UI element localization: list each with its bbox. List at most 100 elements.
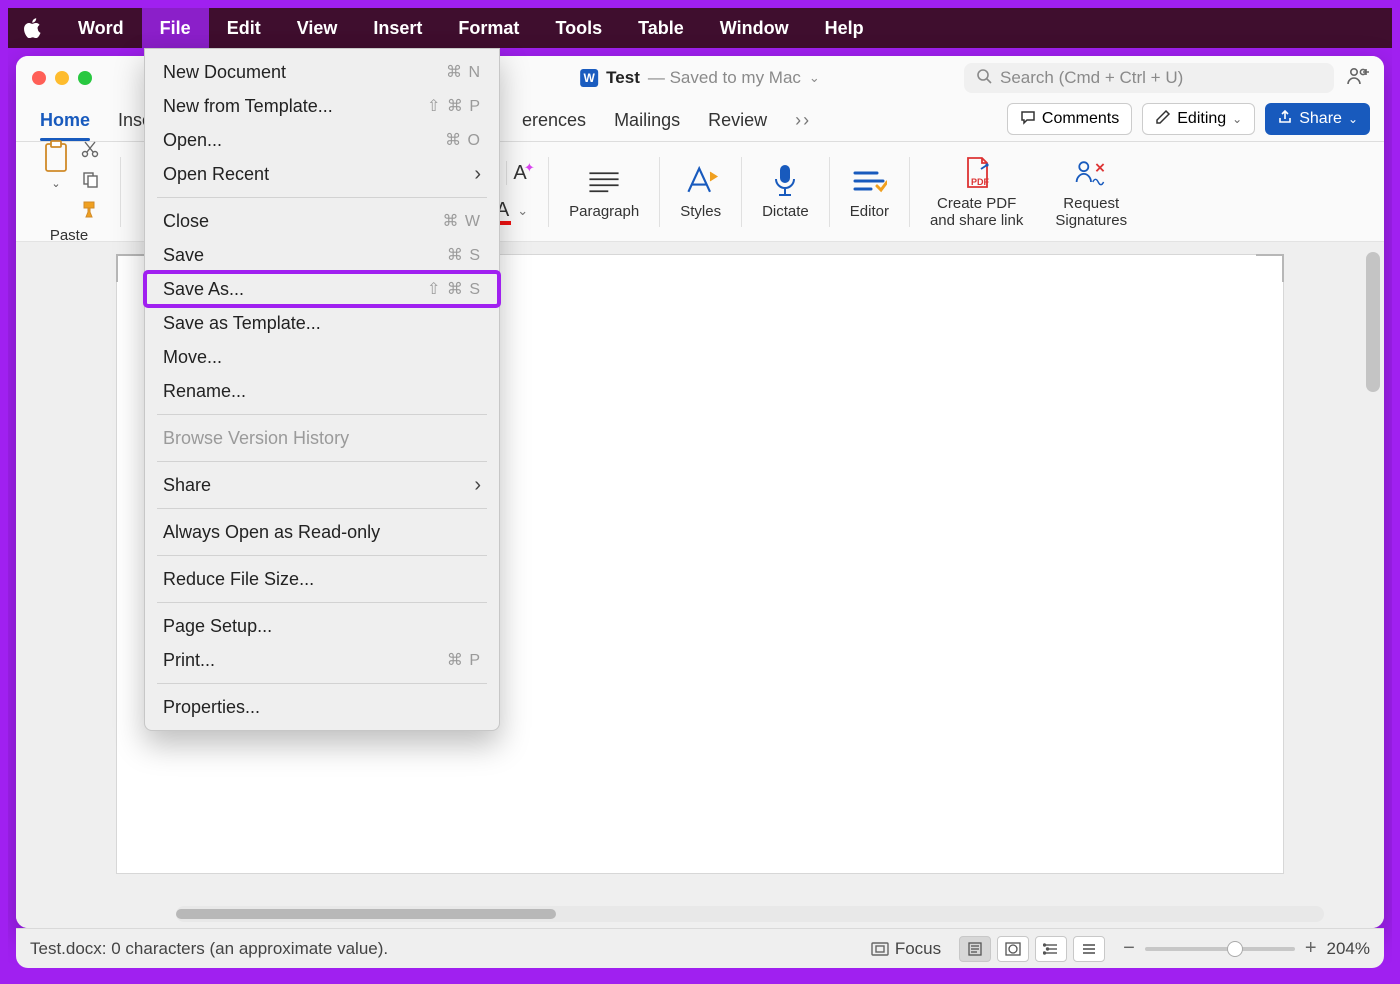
menu-item-rename[interactable]: Rename... (145, 374, 499, 408)
copy-icon[interactable] (80, 169, 100, 193)
menu-item-save[interactable]: Save⌘ S (145, 238, 499, 272)
zoom-in-button[interactable]: + (1305, 937, 1317, 960)
menu-item-label: Open Recent (163, 164, 269, 185)
paste-group[interactable]: ⌄ Paste (26, 142, 112, 241)
tab-mailings[interactable]: Mailings (614, 110, 680, 141)
menu-item-shortcut: ⌘ O (445, 130, 481, 150)
focus-mode-button[interactable]: Focus (871, 939, 941, 959)
menu-item-open-recent[interactable]: Open Recent (145, 157, 499, 191)
menu-item-close[interactable]: Close⌘ W (145, 204, 499, 238)
editing-mode-button[interactable]: Editing ⌄ (1142, 103, 1255, 135)
dictate-group[interactable]: Dictate (750, 142, 821, 241)
menubar-item-window[interactable]: Window (702, 8, 807, 48)
menu-item-save-as-template[interactable]: Save as Template... (145, 306, 499, 340)
zoom-slider[interactable] (1145, 947, 1295, 951)
vertical-scrollbar[interactable] (1366, 252, 1380, 392)
menu-item-browse-version-history: Browse Version History (145, 421, 499, 455)
save-status: — Saved to my Mac (648, 68, 801, 88)
tab-references[interactable]: erences (522, 110, 586, 141)
menubar-item-help[interactable]: Help (807, 8, 882, 48)
menu-item-shortcut: ⌘ N (446, 62, 481, 82)
web-layout-view-button[interactable] (997, 936, 1029, 962)
menu-item-open[interactable]: Open... ⌘ O (145, 123, 499, 157)
search-input[interactable]: Search (Cmd + Ctrl + U) (964, 63, 1334, 93)
menu-item-save-as[interactable]: Save As...⇧ ⌘ S (145, 272, 499, 306)
menubar-item-view[interactable]: View (279, 8, 356, 48)
share-icon (1277, 109, 1293, 130)
print-layout-view-button[interactable] (959, 936, 991, 962)
menu-item-label: Open... (163, 130, 222, 151)
paragraph-group[interactable]: Paragraph (557, 142, 651, 241)
menu-item-label: Move... (163, 347, 222, 368)
view-mode-buttons (959, 936, 1105, 962)
cut-icon[interactable] (80, 139, 100, 163)
menubar-item-tools[interactable]: Tools (537, 8, 620, 48)
format-painter-icon[interactable] (80, 199, 100, 223)
styles-label: Styles (680, 203, 721, 220)
chevron-down-icon: ⌄ (809, 70, 820, 86)
search-icon (976, 68, 992, 89)
svg-text:PDF: PDF (971, 177, 990, 187)
draft-view-button[interactable] (1073, 936, 1105, 962)
comments-button[interactable]: Comments (1007, 103, 1132, 135)
paragraph-label: Paragraph (569, 203, 639, 220)
menubar-item-insert[interactable]: Insert (355, 8, 440, 48)
pdf-icon: PDF (959, 155, 995, 191)
menu-item-label: Browse Version History (163, 428, 349, 449)
comments-label: Comments (1042, 110, 1119, 128)
pdf-label-2: and share link (930, 212, 1023, 229)
window-controls (16, 71, 92, 85)
menubar-item-edit[interactable]: Edit (209, 8, 279, 48)
menu-item-always-open-as-read-only[interactable]: Always Open as Read-only (145, 515, 499, 549)
share-label: Share (1299, 110, 1342, 128)
menu-item-properties[interactable]: Properties... (145, 690, 499, 724)
create-pdf-group[interactable]: PDF Create PDF and share link (918, 142, 1035, 241)
tab-review[interactable]: Review (708, 110, 767, 141)
tabs-overflow-icon[interactable]: ›› (795, 110, 811, 141)
menu-item-new-document[interactable]: New Document⌘ N (145, 55, 499, 89)
apple-logo-icon[interactable] (18, 18, 48, 38)
signatures-label-1: Request (1063, 195, 1119, 212)
chevron-down-icon: ⌄ (1348, 112, 1358, 126)
zoom-value[interactable]: 204% (1327, 939, 1370, 959)
fullscreen-window-button[interactable] (78, 71, 92, 85)
menu-item-shortcut: ⌘ P (447, 650, 481, 670)
editor-icon (851, 163, 887, 199)
zoom-control: − + 204% (1123, 937, 1370, 960)
outline-view-button[interactable] (1035, 936, 1067, 962)
menu-separator (157, 461, 487, 462)
menubar-app-name[interactable]: Word (60, 8, 142, 48)
menu-item-share[interactable]: Share (145, 468, 499, 502)
microphone-icon (767, 163, 803, 199)
zoom-out-button[interactable]: − (1123, 937, 1135, 960)
editor-group[interactable]: Editor (838, 142, 901, 241)
clear-formatting-icon[interactable]: A✦ (513, 162, 526, 185)
menu-item-reduce-file-size[interactable]: Reduce File Size... (145, 562, 499, 596)
collaborate-icon[interactable] (1346, 66, 1370, 91)
menu-item-move[interactable]: Move... (145, 340, 499, 374)
menu-item-label: Save as Template... (163, 313, 321, 334)
menu-item-new-from-template[interactable]: New from Template...⇧ ⌘ P (145, 89, 499, 123)
file-menu-dropdown: New Document⌘ NNew from Template...⇧ ⌘ P… (144, 48, 500, 731)
menubar-item-file[interactable]: File (142, 8, 209, 48)
menu-item-shortcut: ⌘ S (447, 245, 481, 265)
macos-menubar: Word File Edit View Insert Format Tools … (8, 8, 1392, 48)
document-name: Test (606, 68, 640, 88)
menu-item-page-setup[interactable]: Page Setup... (145, 609, 499, 643)
menu-item-shortcut: ⇧ ⌘ S (427, 279, 481, 299)
share-button[interactable]: Share ⌄ (1265, 103, 1370, 135)
styles-group[interactable]: Styles (668, 142, 733, 241)
status-bar: Test.docx: 0 characters (an approximate … (16, 928, 1384, 968)
menu-item-label: Print... (163, 650, 215, 671)
minimize-window-button[interactable] (55, 71, 69, 85)
tab-home[interactable]: Home (40, 110, 90, 141)
document-title[interactable]: W Test — Saved to my Mac ⌄ (580, 68, 820, 88)
paragraph-icon (586, 163, 622, 199)
close-window-button[interactable] (32, 71, 46, 85)
request-signatures-group[interactable]: Request Signatures (1043, 142, 1139, 241)
menubar-item-table[interactable]: Table (620, 8, 702, 48)
menubar-item-format[interactable]: Format (440, 8, 537, 48)
menu-item-print[interactable]: Print... ⌘ P (145, 643, 499, 677)
horizontal-scrollbar[interactable] (176, 906, 1324, 922)
pencil-icon (1155, 109, 1171, 130)
